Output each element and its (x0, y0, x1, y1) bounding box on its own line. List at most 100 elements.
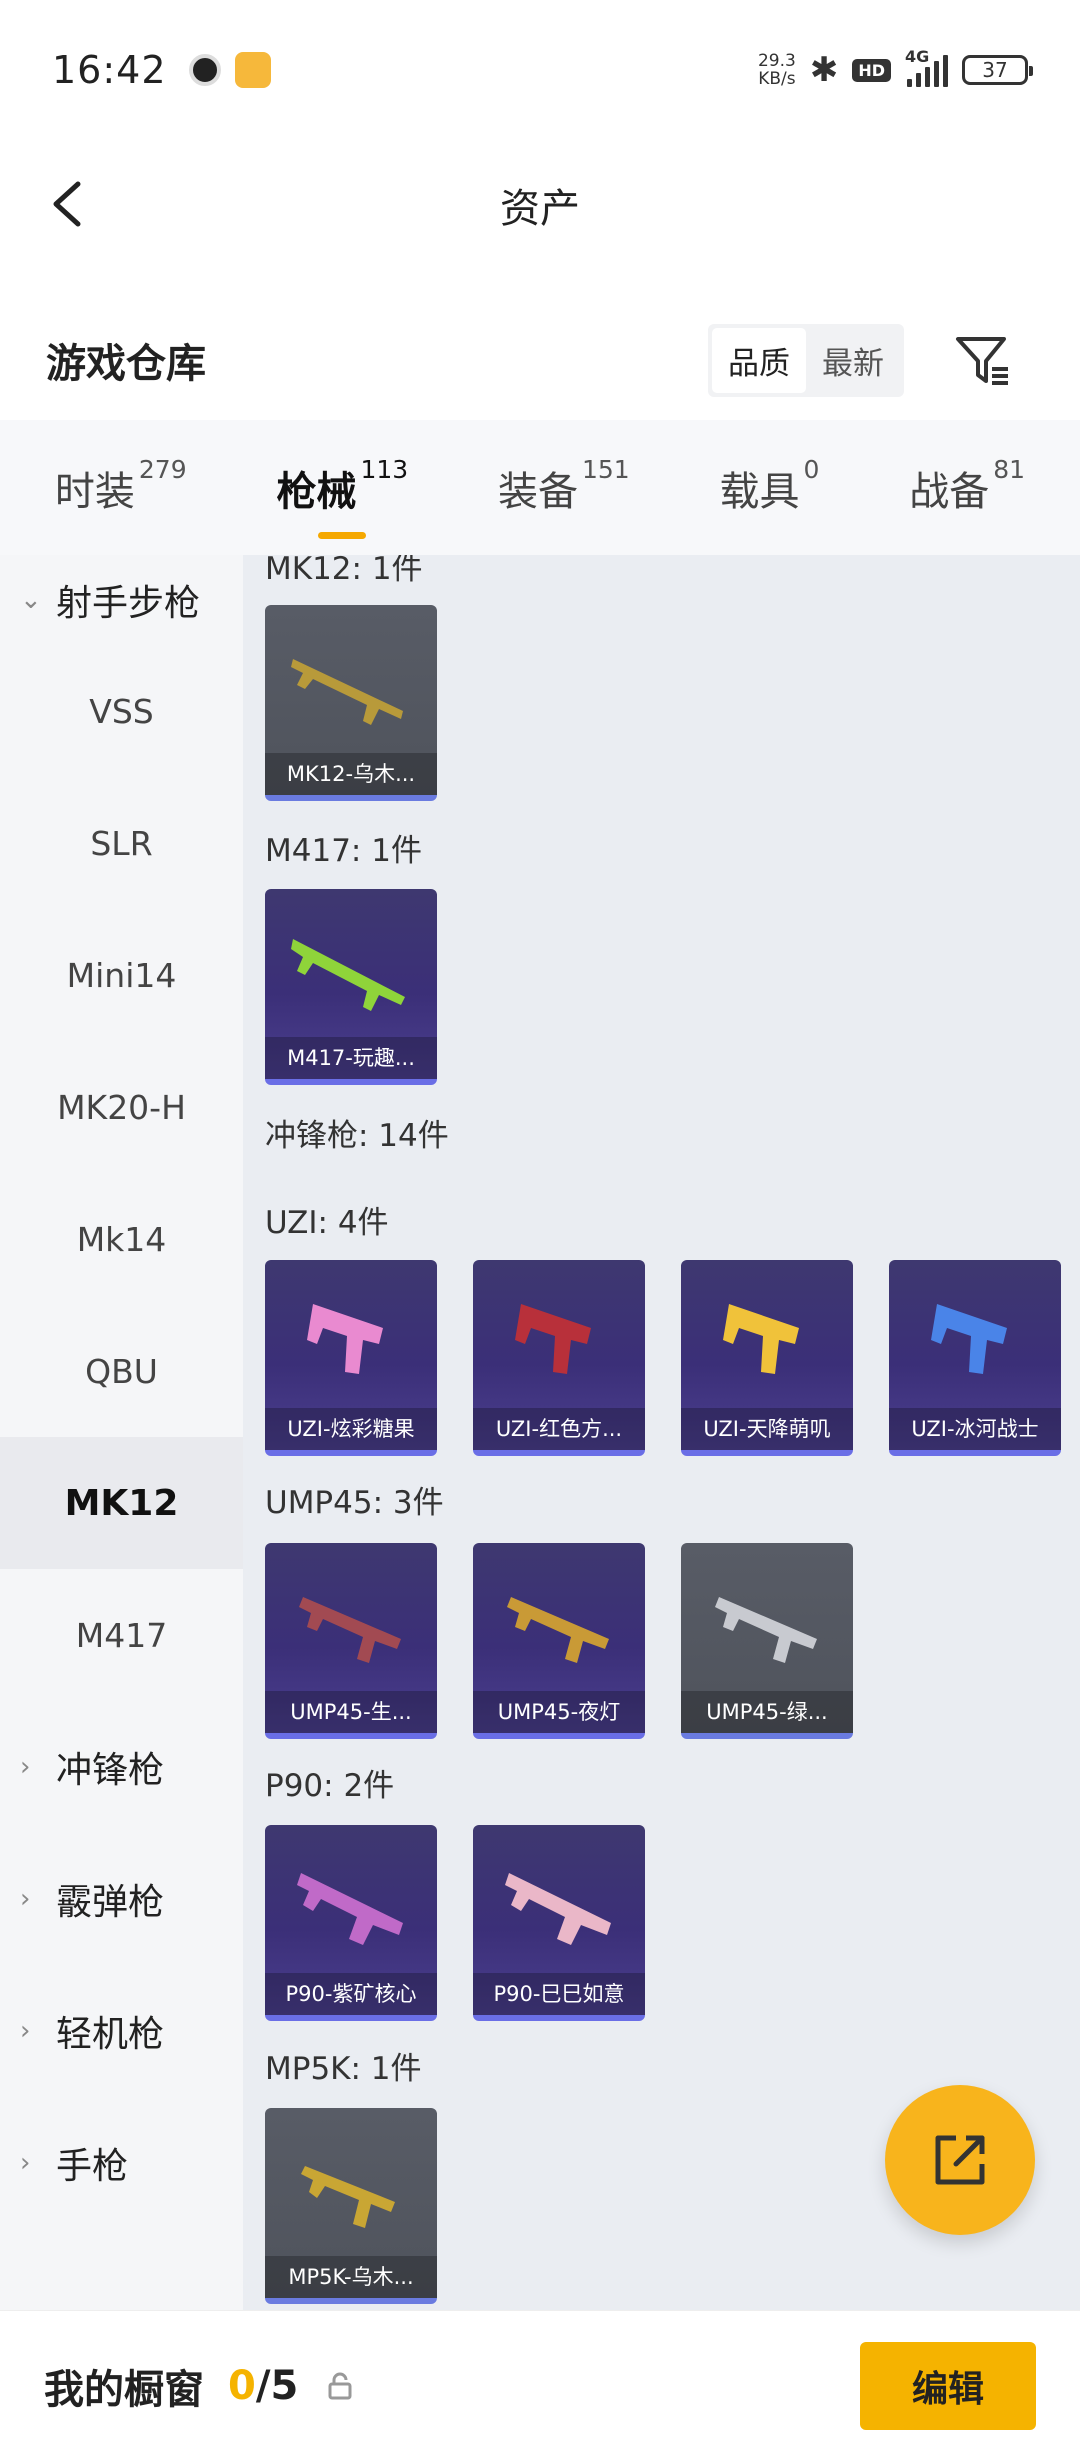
skin-name: MP5K-乌木... (265, 2256, 437, 2298)
sidebar-group-smg[interactable]: › 冲锋枪 (0, 1701, 243, 1833)
sidebar-item-mk14[interactable]: Mk14 (0, 1173, 243, 1305)
status-time: 16:42 (52, 48, 167, 92)
skin-card[interactable]: UMP45-生... (265, 1543, 437, 1739)
skin-name: M417-玩趣... (265, 1037, 437, 1079)
sidebar-item-label: 霰弹枪 (56, 1882, 165, 1923)
tab-vehicles[interactable]: 载具 0 (720, 455, 820, 517)
share-button[interactable] (885, 2085, 1035, 2235)
tab-label: 装备 (497, 468, 578, 515)
tab-label: 战备 (909, 468, 990, 515)
status-bar: 16:42 29.3 KB/s ✱ HD 4G 37 (0, 0, 1080, 140)
sidebar-item-m417[interactable]: M417 (0, 1569, 243, 1701)
skin-card[interactable]: MK12-乌木... (265, 605, 437, 801)
skin-card[interactable]: MP5K-乌木... (265, 2108, 437, 2304)
sidebar-item-label: MK20-H (57, 1087, 186, 1127)
clock-app-icon (188, 54, 221, 86)
net-speed-value: 29.3 (757, 51, 796, 71)
smg-icon (297, 1873, 403, 1945)
hd-badge: HD (852, 58, 891, 82)
skin-name: UMP45-绿... (681, 1691, 853, 1733)
sidebar-item-label: MK12 (64, 1482, 179, 1524)
skin-card[interactable]: M417-玩趣... (265, 889, 437, 1085)
sidebar-item-label: 轻机枪 (56, 2014, 165, 2055)
section-label-p90: P90: 2件 (265, 1768, 395, 1804)
rifle-icon (291, 659, 403, 725)
tab-firearms[interactable]: 枪械 113 (276, 455, 408, 539)
smg-icon (301, 2166, 395, 2228)
weapon-sidebar: ⌄ 射手步枪 VSS SLR Mini14 MK20-H Mk14 QBU MK… (0, 555, 243, 2310)
sidebar-group-shotgun[interactable]: › 霰弹枪 (0, 1833, 243, 1965)
skin-name: P90-巳巳如意 (473, 1973, 645, 2015)
sidebar-item-slr[interactable]: SLR (0, 777, 243, 909)
tab-fashion[interactable]: 时装 279 (54, 455, 187, 517)
sidebar-item-mk20h[interactable]: MK20-H (0, 1041, 243, 1173)
tab-count: 151 (581, 454, 630, 484)
skin-card[interactable]: UZI-冰河战士 (889, 1260, 1061, 1456)
back-arrow-icon (53, 181, 81, 227)
title-bar: 资产 (0, 140, 1080, 270)
smg-icon (723, 1304, 799, 1374)
lock-icon (328, 2372, 352, 2399)
skin-name: UZI-冰河战士 (889, 1408, 1061, 1450)
sidebar-group-pistol[interactable]: › 手枪 (0, 2097, 243, 2229)
skin-grid-p90: P90-紫矿核心 P90-巳巳如意 (265, 1825, 645, 2021)
sort-quality-option[interactable]: 品质 (712, 327, 806, 393)
sidebar-item-mini14[interactable]: Mini14 (0, 909, 243, 1041)
chevron-right-icon: › (20, 2016, 31, 2046)
skin-name: UZI-红色方... (473, 1408, 645, 1450)
battery-level: 37 (982, 58, 1008, 82)
skin-card[interactable]: P90-巳巳如意 (473, 1825, 645, 2021)
sidebar-group-lmg[interactable]: › 轻机枪 (0, 1965, 243, 2097)
chevron-down-icon: ⌄ (20, 585, 42, 615)
skin-card[interactable]: UZI-炫彩糖果 (265, 1260, 437, 1456)
notes-app-icon (234, 52, 271, 88)
skin-card[interactable]: UZI-天降萌叽 (681, 1260, 853, 1456)
tab-equipment[interactable]: 装备 151 (497, 455, 630, 517)
skin-card[interactable]: UMP45-夜灯 (473, 1543, 645, 1739)
skin-grid-m417: M417-玩趣... (265, 889, 437, 1085)
sidebar-item-qbu[interactable]: QBU (0, 1305, 243, 1437)
net-speed-unit: KB/s (758, 69, 796, 89)
skin-name: UMP45-生... (265, 1691, 437, 1733)
skin-grid-ump45: UMP45-生... UMP45-夜灯 UMP45-绿... (265, 1543, 853, 1739)
tab-supplies[interactable]: 战备 81 (909, 455, 1025, 517)
skin-name: UZI-天降萌叽 (681, 1408, 853, 1450)
sort-newest-option[interactable]: 最新 (806, 328, 900, 393)
showcase-bar: 我的橱窗 0/5 编辑 (0, 2310, 1080, 2460)
filter-icon (956, 337, 1008, 385)
edit-button[interactable]: 编辑 (860, 2341, 1036, 2430)
signal-icon: 4G (905, 47, 948, 87)
showcase-total: /5 (255, 2362, 299, 2409)
section-label-smg: 冲锋枪: 14件 (265, 1118, 449, 1154)
showcase-label: 我的橱窗 (44, 2366, 204, 2413)
tab-count: 81 (993, 454, 1026, 484)
sidebar-item-label: QBU (85, 1351, 158, 1391)
tab-label: 时装 (54, 468, 135, 515)
warehouse-header: 游戏仓库 品质 最新 (0, 310, 1080, 410)
filter-button[interactable] (952, 329, 1014, 391)
sidebar-item-vss[interactable]: VSS (0, 645, 243, 777)
showcase-count: 0/5 (228, 2363, 298, 2409)
smg-icon (715, 1597, 817, 1663)
tab-count: 113 (360, 454, 409, 484)
chevron-right-icon: › (20, 2148, 31, 2178)
network-type: 4G (905, 47, 930, 66)
sidebar-group-marksman-rifle[interactable]: ⌄ 射手步枪 (0, 555, 243, 645)
skin-name: P90-紫矿核心 (265, 1973, 437, 2015)
skin-name: UZI-炫彩糖果 (265, 1408, 437, 1450)
sidebar-item-label: 冲锋枪 (56, 1750, 165, 1791)
chevron-right-icon: › (20, 1884, 31, 1914)
sidebar-item-label: 射手步枪 (56, 583, 201, 624)
tab-count: 279 (138, 454, 187, 484)
skin-card[interactable]: UMP45-绿... (681, 1543, 853, 1739)
sort-toggle: 品质 最新 (708, 323, 904, 397)
sidebar-item-mk12[interactable]: MK12 (0, 1437, 243, 1569)
page-title: 资产 (500, 186, 580, 232)
warehouse-title: 游戏仓库 (46, 341, 206, 387)
smg-icon (505, 1873, 611, 1945)
skin-card[interactable]: P90-紫矿核心 (265, 1825, 437, 2021)
skin-card[interactable]: UZI-红色方... (473, 1260, 645, 1456)
back-button[interactable] (40, 174, 100, 234)
smg-icon (299, 1597, 401, 1663)
chevron-right-icon: › (20, 1752, 31, 1782)
